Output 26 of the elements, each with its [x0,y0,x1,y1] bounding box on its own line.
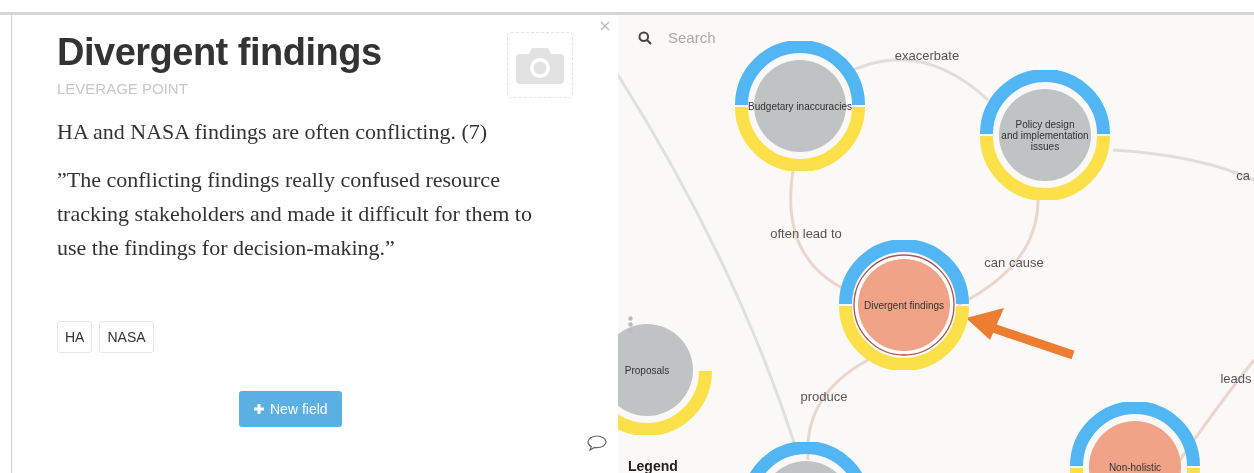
node-label: Divergent findings [864,299,944,311]
edge-label: exacerbate [894,47,960,63]
edge-label: can cause [984,254,1044,270]
edge-label: leads [1220,370,1252,386]
node-label: Policy design and implementation issues [1001,118,1089,152]
tag[interactable]: HA [57,321,93,353]
node-label: Non-holistic [1108,461,1162,473]
plus-icon [253,403,265,415]
legend-title: Legend [628,458,678,473]
quote-text: ”The conflicting findings really confused resource tracking stakeholders and made it difficult for them to use the findings for decision-making.” [57,166,533,262]
summary-text: HA and NASA findings are often conflicting. (7) [57,119,489,145]
map-node[interactable] [735,41,865,171]
search-icon [638,30,652,45]
search-field[interactable]: Search [666,28,790,47]
comment-icon[interactable] [587,435,607,451]
edge-label: often lead to [770,225,842,241]
edge-label: produce [800,388,848,404]
map-node[interactable] [839,240,969,370]
edge-label: ca [1236,167,1250,183]
map-node[interactable] [980,70,1110,200]
node-label: Budgetary inaccuracies [748,100,852,112]
tag[interactable]: NASA [99,321,154,353]
camera-icon [516,46,564,84]
close-button[interactable] [598,19,612,33]
node-label: Proposals [624,364,670,376]
panel-title: Divergent findings [57,31,382,74]
